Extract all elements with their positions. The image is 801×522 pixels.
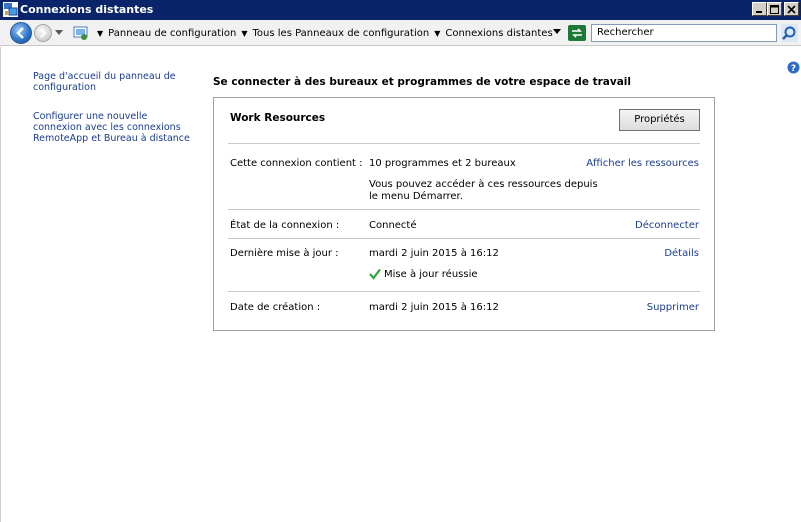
control-panel-icon xyxy=(73,26,88,40)
help-icon[interactable]: ? xyxy=(787,61,800,74)
address-bar[interactable]: ▼ Panneau de configuration ▼ Tous les Pa… xyxy=(92,24,566,42)
window-controls xyxy=(752,2,799,16)
back-arrow-icon xyxy=(16,27,24,39)
resources-note: Vous pouvez accéder à ces ressources dep… xyxy=(369,179,598,202)
page-heading: Se connecter à des bureaux et programmes… xyxy=(213,76,632,88)
refresh-button[interactable] xyxy=(568,25,586,41)
maximize-icon xyxy=(770,4,779,14)
divider xyxy=(228,291,700,292)
forward-arrow-icon xyxy=(40,28,47,38)
close-button[interactable] xyxy=(784,2,799,16)
last-update-value: mardi 2 juin 2015 à 16:12 xyxy=(369,248,499,259)
navigation-bar: ▼ Panneau de configuration ▼ Tous les Pa… xyxy=(0,20,801,46)
workspace-panel: Work Resources Propriétés Cette connexio… xyxy=(213,97,715,331)
connection-state-value: Connecté xyxy=(369,220,417,231)
breadcrumb-all-control-panels[interactable]: Tous les Panneaux de configuration xyxy=(253,28,430,39)
disconnect-link[interactable]: Déconnecter xyxy=(635,220,699,231)
forward-button[interactable] xyxy=(34,24,52,42)
close-icon xyxy=(787,4,796,14)
back-button[interactable] xyxy=(10,22,32,44)
maximize-button[interactable] xyxy=(767,2,782,16)
remote-connections-icon xyxy=(3,2,18,17)
minimize-icon xyxy=(756,10,762,13)
creation-date-label: Date de création : xyxy=(230,302,321,313)
breadcrumb-separator-icon: ▼ xyxy=(434,28,441,38)
checkmark-icon xyxy=(369,268,381,280)
resources-value: 10 programmes et 2 bureaux xyxy=(369,158,516,169)
breadcrumb-control-panel[interactable]: Panneau de configuration xyxy=(108,28,236,39)
title-bar: Connexions distantes xyxy=(0,0,801,20)
svg-text:?: ? xyxy=(791,64,796,74)
history-dropdown-icon[interactable] xyxy=(55,30,63,36)
search-icon[interactable] xyxy=(781,24,798,42)
creation-date-value: mardi 2 juin 2015 à 16:12 xyxy=(369,302,499,313)
link-control-panel-home[interactable]: Page d'accueil du panneau de configurati… xyxy=(33,71,193,93)
window-edge xyxy=(0,47,1,522)
delete-link[interactable]: Supprimer xyxy=(647,302,699,313)
breadcrumb-remote-connections[interactable]: Connexions distantes xyxy=(445,28,552,39)
details-link[interactable]: Détails xyxy=(664,248,699,259)
breadcrumb-separator-icon: ▼ xyxy=(241,28,248,38)
properties-button[interactable]: Propriétés xyxy=(619,109,700,131)
window-title: Connexions distantes xyxy=(20,3,154,16)
divider xyxy=(228,143,700,144)
view-resources-link[interactable]: Afficher les ressources xyxy=(586,158,699,169)
last-update-label: Dernière mise à jour : xyxy=(230,248,339,259)
workspace-title: Work Resources xyxy=(230,112,326,124)
update-status: Mise à jour réussie xyxy=(384,269,478,280)
breadcrumb-separator-icon: ▼ xyxy=(97,28,104,38)
connection-state-label: État de la connexion : xyxy=(230,220,340,231)
search-input[interactable]: Rechercher xyxy=(591,24,777,42)
minimize-button[interactable] xyxy=(752,2,767,16)
divider xyxy=(228,209,700,210)
link-setup-new-connection[interactable]: Configurer une nouvelle connexion avec l… xyxy=(33,111,193,144)
resources-label: Cette connexion contient : xyxy=(230,158,363,169)
address-dropdown-icon[interactable] xyxy=(553,29,561,35)
refresh-icon xyxy=(572,28,582,38)
divider xyxy=(228,238,700,239)
